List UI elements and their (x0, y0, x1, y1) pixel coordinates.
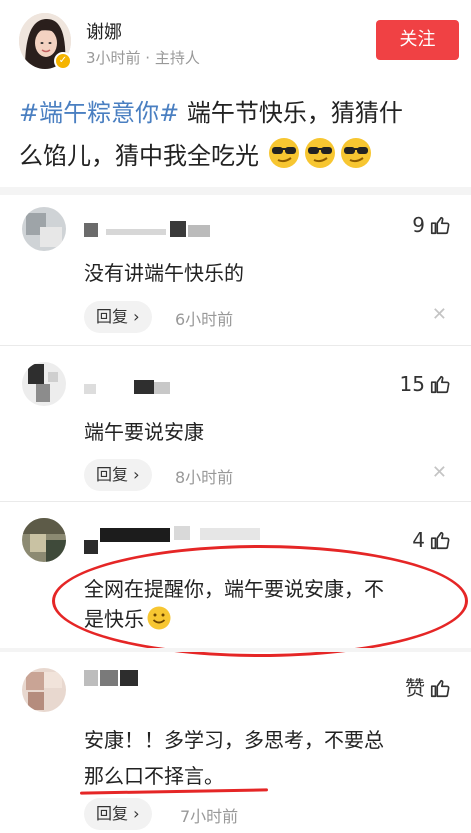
follow-button[interactable]: 关注 (376, 20, 459, 60)
post-meta: 3小时前 · 主持人 (86, 49, 200, 67)
close-icon[interactable]: ✕ (432, 304, 447, 325)
avatar[interactable] (22, 207, 66, 251)
avatar[interactable] (22, 668, 66, 712)
verified-icon: ✓ (54, 52, 72, 70)
reply-button[interactable]: 回复 › (84, 459, 152, 491)
post-header: ✓ 谢娜 3小时前 · 主持人 关注 (0, 0, 471, 80)
commenter-name[interactable] (84, 668, 184, 688)
sunglasses-emoji (304, 138, 335, 168)
highlight-annotation (52, 545, 468, 657)
post-text-line2: 么馅儿，猜中我全吃光 (19, 142, 259, 170)
commenter-name[interactable] (84, 378, 184, 398)
like-count[interactable]: 15 (400, 372, 451, 396)
section-divider (0, 187, 471, 195)
like-button[interactable]: 赞 (405, 672, 451, 701)
comment-text-line2: 那么口不择言。 (84, 764, 224, 788)
username[interactable]: 谢娜 (86, 18, 122, 44)
comment-text: 没有讲端午快乐的 (84, 261, 244, 285)
commenter-name[interactable] (84, 221, 234, 241)
thumbs-up-icon (430, 375, 450, 394)
sunglasses-emoji (340, 138, 371, 168)
comment-time: 6小时前 (175, 310, 234, 329)
reply-button[interactable]: 回复 › (84, 798, 152, 830)
like-count[interactable]: 4 (412, 528, 451, 552)
post-text-line1: 端午节快乐，猜猜什 (179, 99, 403, 127)
close-icon[interactable]: ✕ (432, 462, 447, 483)
like-count[interactable]: 9 (412, 213, 451, 237)
comment-time: 8小时前 (175, 468, 234, 487)
comment-text-line1: 安康！！多学习，多思考，不要总 (84, 728, 384, 752)
avatar[interactable] (22, 362, 66, 406)
sunglasses-emoji (268, 138, 299, 168)
comment-item: 9 没有讲端午快乐的 回复 › 6小时前 ✕ (0, 195, 471, 345)
thumbs-up-icon (430, 216, 450, 235)
hashtag-link[interactable]: #端午粽意你# (19, 99, 179, 127)
comment-item: 赞 安康！！多学习，多思考，不要总 那么口不择言。 回复 › 7小时前 (0, 652, 471, 833)
thumbs-up-icon (430, 531, 450, 550)
comment-item: 15 端午要说安康 回复 › 8小时前 ✕ (0, 346, 471, 501)
comment-text: 安康！！多学习，多思考，不要总 那么口不择言。 (84, 722, 384, 794)
thumbs-up-icon (430, 679, 450, 698)
avatar[interactable] (22, 518, 66, 562)
post-text: #端午粽意你# 端午节快乐，猜猜什 么馅儿，猜中我全吃光 (19, 92, 459, 178)
comment-time: 7小时前 (180, 807, 239, 826)
commenter-name[interactable] (84, 522, 284, 554)
comment-text: 端午要说安康 (84, 420, 204, 444)
reply-button[interactable]: 回复 › (84, 301, 152, 333)
